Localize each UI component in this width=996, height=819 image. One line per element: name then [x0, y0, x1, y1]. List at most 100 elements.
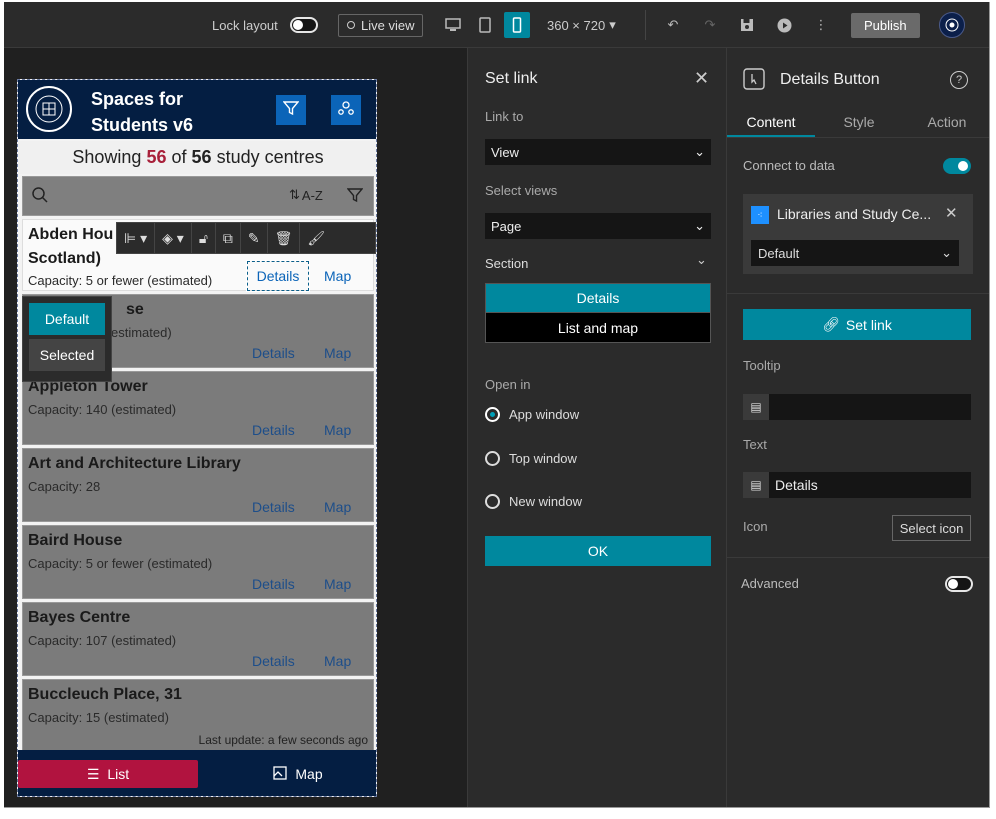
details-link[interactable]: Details	[252, 422, 295, 438]
desktop-icon[interactable]	[440, 12, 466, 38]
delete-icon[interactable]: 🗑︎	[268, 222, 301, 254]
state-default-button[interactable]: Default	[29, 303, 105, 335]
tooltip-label: Tooltip	[743, 358, 781, 373]
card-title-line1: Abden Hou	[28, 226, 114, 243]
views-value: Page	[491, 218, 522, 234]
section-label: Section	[485, 256, 529, 271]
map-link[interactable]: Map	[324, 499, 351, 515]
datasource-icon: ⁖	[751, 206, 769, 224]
list-filter-icon[interactable]	[346, 187, 364, 206]
map-icon	[273, 765, 288, 783]
unlock-icon[interactable]: 🔓︎	[192, 222, 216, 254]
connect-data-toggle[interactable]	[943, 158, 971, 174]
link-to-select[interactable]: View ⌄	[485, 139, 711, 165]
details-button-selected[interactable]: Details	[246, 260, 310, 292]
chevron-down-icon: ⌄	[941, 245, 952, 260]
align-icon[interactable]: ⊫ ▾	[117, 222, 156, 254]
close-icon[interactable]: ✕	[694, 68, 709, 89]
device-size-select[interactable]: 360 × 720	[547, 18, 605, 33]
details-link[interactable]: Details	[252, 345, 295, 361]
list-label: List	[107, 766, 130, 782]
sort-button[interactable]: ⇅ A-Z	[289, 187, 323, 203]
details-link[interactable]: Details	[252, 653, 295, 669]
map-link[interactable]: Map	[324, 576, 351, 592]
lock-layout-toggle[interactable]	[289, 17, 318, 33]
top-toolbar: Lock layout Live view 360 × 720 ▾ ↶ ↷ ⋮ …	[4, 2, 989, 48]
open-in-app-window-radio[interactable]: App window	[485, 407, 579, 422]
search-icon[interactable]	[31, 186, 49, 207]
remove-datasource-icon[interactable]: ✕	[945, 204, 958, 222]
link-icon: 🔗︎	[822, 316, 840, 332]
locate-button[interactable]	[331, 95, 361, 125]
edit-note-icon[interactable]: ✎	[241, 222, 268, 254]
card-title-line2: Scotland)	[28, 250, 101, 267]
chevron-down-icon: ⌄	[694, 144, 705, 159]
university-crest-logo	[26, 86, 72, 132]
list-item[interactable]: Appleton Tower Capacity: 140 (estimated)…	[22, 371, 374, 445]
publish-button[interactable]: Publish	[851, 12, 920, 38]
datasource-card: ⁖ Libraries and Study Ce... ✕ Default ⌄	[743, 194, 973, 274]
set-link-button[interactable]: 🔗︎ Set link	[743, 309, 971, 340]
list-item[interactable]: Art and Architecture Library Capacity: 2…	[22, 448, 374, 522]
tab-content[interactable]: Content	[727, 106, 815, 137]
datasource-view-select[interactable]: Default ⌄	[751, 240, 959, 266]
list-item[interactable]: Bayes Centre Capacity: 107 (estimated) D…	[22, 602, 374, 676]
list-item[interactable]: Baird House Capacity: 5 or fewer (estima…	[22, 525, 374, 599]
ok-button[interactable]: OK	[485, 536, 711, 566]
card-title: se	[126, 301, 144, 318]
filter-button[interactable]	[276, 95, 306, 125]
undo-icon[interactable]: ↶	[660, 12, 686, 38]
icon-label: Icon	[743, 519, 768, 534]
user-avatar[interactable]	[939, 12, 965, 38]
card-title: Buccleuch Place, 31	[28, 686, 182, 703]
text-input[interactable]: ▤ Details	[743, 472, 971, 498]
text-value: Details	[775, 477, 818, 493]
preview-icon[interactable]	[771, 12, 797, 38]
filter-icon	[282, 100, 300, 120]
map-view-button[interactable]: Map	[218, 760, 376, 788]
card-capacity: Capacity: 140 (estimated)	[28, 402, 177, 417]
layers-icon[interactable]: ◈ ▾	[155, 222, 192, 254]
tab-action[interactable]: Action	[903, 106, 989, 137]
state-selected-button[interactable]: Selected	[29, 339, 105, 371]
search-bar[interactable]: ⇅ A-Z	[22, 176, 374, 216]
section-option[interactable]: Details	[486, 284, 710, 313]
map-link[interactable]: Map	[324, 653, 351, 669]
set-link-label: Set link	[845, 316, 892, 333]
select-icon-button[interactable]: Select icon	[892, 515, 971, 541]
redo-icon[interactable]: ↷	[697, 12, 723, 38]
tooltip-input[interactable]: ▤	[743, 394, 971, 420]
save-icon[interactable]	[734, 12, 760, 38]
help-icon[interactable]: ?	[950, 71, 968, 89]
section-option[interactable]: List and map	[486, 313, 710, 342]
radio-label: New window	[509, 494, 582, 509]
tablet-icon[interactable]	[472, 12, 498, 38]
more-options-icon[interactable]: ⋮	[808, 12, 834, 38]
list-view-button[interactable]: ☰ List	[18, 760, 198, 788]
map-link[interactable]: Map	[324, 422, 351, 438]
brush-icon[interactable]: 🖌︎	[300, 222, 332, 254]
link-to-value: View	[491, 144, 519, 160]
duplicate-icon[interactable]: ⧉	[216, 222, 241, 254]
details-link[interactable]: Details	[252, 576, 295, 592]
chevron-down-icon[interactable]: ⌄	[696, 252, 707, 268]
radio-unchecked-icon	[485, 451, 500, 466]
live-view-button[interactable]: Live view	[338, 13, 424, 37]
map-link[interactable]: Map	[324, 345, 351, 361]
tab-style[interactable]: Style	[815, 106, 903, 137]
radio-unchecked-icon	[485, 494, 500, 509]
radio-checked-icon	[485, 407, 500, 422]
showing-of: of	[171, 147, 187, 167]
open-in-new-window-radio[interactable]: New window	[485, 494, 582, 509]
list-icon: ☰	[86, 765, 100, 782]
lock-layout-label: Lock layout	[212, 17, 278, 33]
details-link[interactable]: Details	[252, 499, 295, 515]
card-capacity: Capacity: 5 or fewer (estimated)	[28, 273, 213, 288]
open-in-top-window-radio[interactable]: Top window	[485, 451, 577, 466]
map-link[interactable]: Map	[324, 268, 351, 284]
advanced-toggle[interactable]	[945, 576, 973, 592]
set-link-title: Set link	[485, 70, 538, 87]
views-select[interactable]: Page ⌄	[485, 213, 711, 239]
mobile-icon[interactable]	[504, 12, 530, 38]
card-capacity: estimated)	[111, 325, 172, 340]
